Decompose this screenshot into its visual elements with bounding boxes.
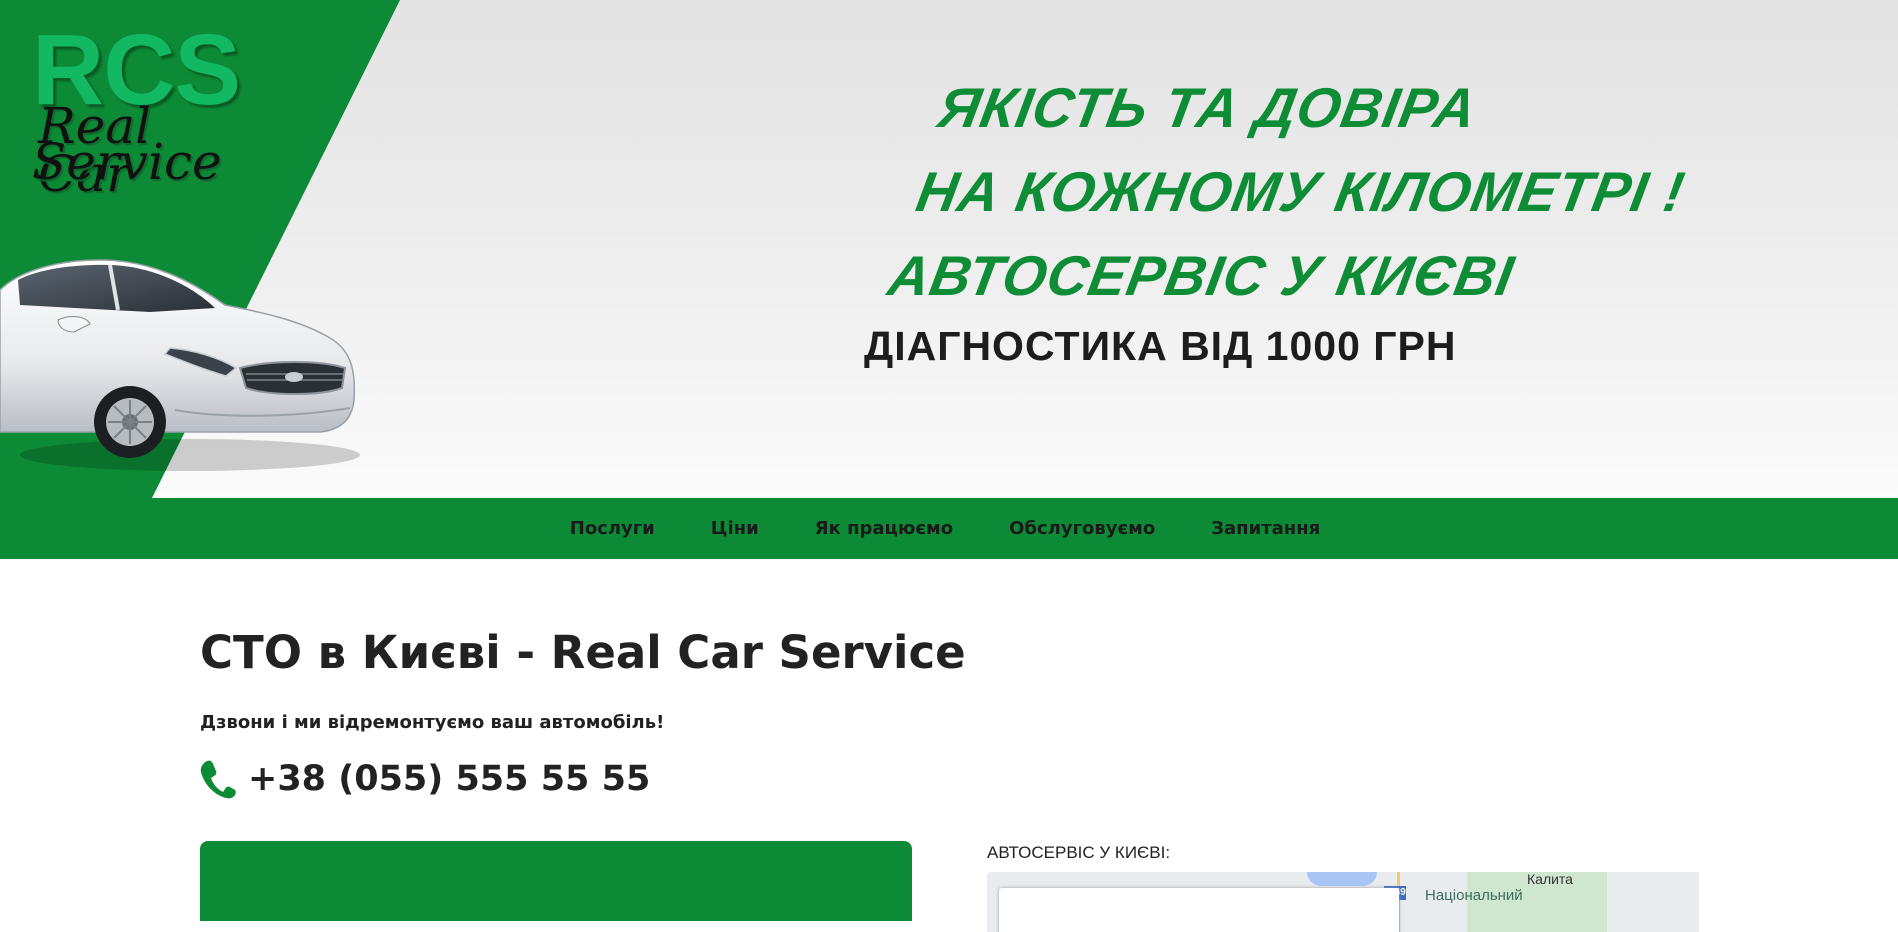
site-logo[interactable]: RCS Real Car Service — [30, 20, 250, 199]
hero-banner: RCS Real Car Service ЯКІСТЬ ТА ДОВІРА НА… — [0, 0, 1898, 498]
page-subtitle: Дзвони і ми відремонтуємо ваш автомобіль… — [200, 712, 665, 733]
nav-item-services[interactable]: Послуги — [542, 498, 683, 559]
callback-form-card — [200, 841, 912, 921]
logo-line-2: Service — [32, 133, 222, 191]
map-place-label: Калита — [1527, 872, 1573, 887]
nav-item-prices[interactable]: Ціни — [683, 498, 787, 559]
nav-item-we-service[interactable]: Обслуговуємо — [981, 498, 1183, 559]
phone-contact[interactable]: +38 (055) 555 55 55 — [200, 755, 650, 803]
location-map[interactable]: Н-69 Калита Національний — [987, 872, 1699, 932]
map-label: АВТОСЕРВІС У КИЄВІ: — [987, 843, 1171, 862]
map-water-area — [1307, 872, 1377, 886]
map-info-panel[interactable] — [999, 888, 1399, 932]
map-place-label: Національний — [1425, 887, 1523, 904]
nav-item-faq[interactable]: Запитання — [1183, 498, 1348, 559]
hero-diagnostics-price: ДІАГНОСТИКА ВІД 1000 ГРН — [864, 323, 1457, 369]
hero-slogan-line-1: ЯКІСТЬ ТА ДОВІРА — [933, 76, 1482, 139]
hero-slogan-line-3: АВТОСЕРВІС У КИЄВІ — [883, 244, 1519, 307]
phone-icon — [200, 760, 236, 799]
main-nav: Послуги Ціни Як працюємо Обслуговуємо За… — [0, 498, 1898, 559]
car-image — [0, 259, 360, 471]
nav-item-how-we-work[interactable]: Як працюємо — [787, 498, 981, 559]
page-title: СТО в Києві - Real Car Service — [200, 626, 966, 679]
hero-slogan-line-2: НА КОЖНОМУ КІЛОМЕТРІ ! — [911, 160, 1690, 223]
phone-number[interactable]: +38 (055) 555 55 55 — [248, 755, 650, 803]
